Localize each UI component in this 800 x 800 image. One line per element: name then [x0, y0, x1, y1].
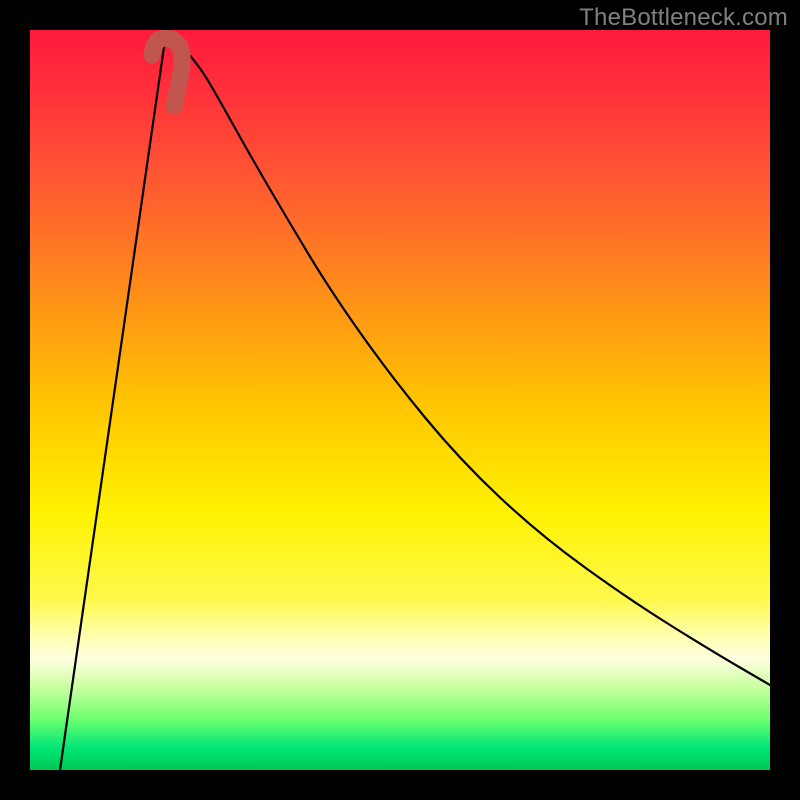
watermark-text: TheBottleneck.com: [579, 4, 788, 32]
v-curve-line: [60, 40, 770, 770]
plot-area: [30, 30, 770, 770]
chart-svg: [30, 30, 770, 770]
chart-frame: TheBottleneck.com: [0, 0, 800, 800]
